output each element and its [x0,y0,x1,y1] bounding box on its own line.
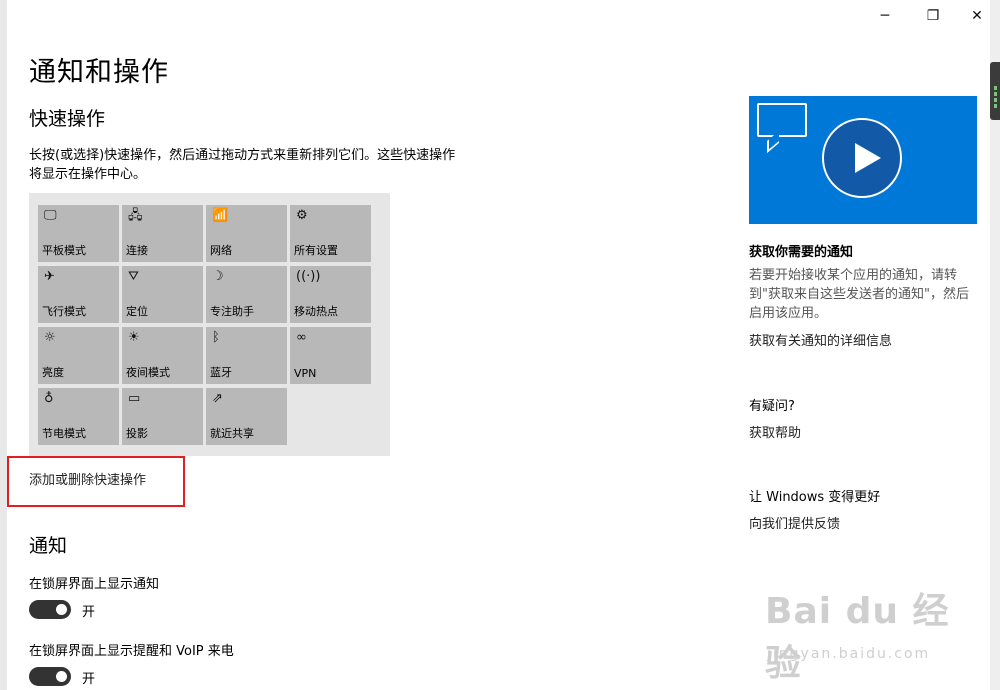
location-icon: ⛛ [128,269,139,284]
quick-action-tile[interactable]: ☼ 亮度 [38,327,119,384]
quick-action-tile[interactable]: ▭ 投影 [122,388,203,445]
project-icon: ▭ [128,391,141,406]
voip-reminders-label: 在锁屏界面上显示提醒和 VoIP 来电 [29,644,234,659]
quick-action-label: 节电模式 [42,427,86,440]
toggle-knob [56,604,67,615]
brightness-icon: ☼ [44,330,56,345]
quick-action-tile[interactable]: ✈ 飞行模式 [38,266,119,323]
feedback-link[interactable]: 向我们提供反馈 [749,513,840,532]
watermark-logo: Bai du 经验 [765,591,950,684]
quick-action-tile[interactable]: 🖧 连接 [122,205,203,262]
quick-action-label: 就近共享 [210,427,254,440]
quick-actions-description: 长按(或选择)快速操作，然后通过拖动方式来重新排列它们。这些快速操作将显示在操作… [29,148,456,182]
lock-screen-notifications-label: 在锁屏界面上显示通知 [29,577,160,592]
page-title: 通知和操作 [29,57,169,88]
quick-action-tile[interactable]: ⇗ 就近共享 [206,388,287,445]
notifications-video-thumbnail[interactable] [749,96,977,224]
get-help-link[interactable]: 获取帮助 [749,422,801,441]
quick-action-label: 所有设置 [294,244,338,257]
quick-action-tile[interactable]: ᛒ 蓝牙 [206,327,287,384]
network-icon: 📶 [212,208,229,223]
quick-action-label: 连接 [126,244,148,257]
quick-actions-grid: 🖵 平板模式 🖧 连接 📶 网络 ⚙ 所有设置 ✈ 飞行模式 ⛛ 定位 ☽ 专注助手 ((·)) 移动热点 ☼ 亮… [29,193,390,456]
hotspot-icon: ((·)) [296,269,321,284]
more-info-link[interactable]: 获取有关通知的详细信息 [749,330,892,349]
quick-action-label: 蓝牙 [210,366,232,379]
tablet-mode-icon: 🖵 [44,208,57,223]
quick-action-label: 定位 [126,305,148,318]
quick-action-tile[interactable]: ☽ 专注助手 [206,266,287,323]
quick-action-tile[interactable]: ⛛ 定位 [122,266,203,323]
watermark-url: jingyan.baidu.com [767,646,931,662]
quick-action-label: 亮度 [42,366,64,379]
baidu-watermark: Bai du 经验 jingyan.baidu.com [765,582,965,684]
minimize-button[interactable]: ─ [862,0,908,32]
lock-screen-notifications-toggle[interactable] [29,600,71,619]
quick-action-label: 飞行模式 [42,305,86,318]
play-icon [855,143,881,173]
voip-reminders-toggle[interactable] [29,667,71,686]
highlight-box [7,456,185,507]
minimize-icon: ─ [880,8,890,24]
quick-action-tile[interactable]: ♁ 节电模式 [38,388,119,445]
moon-icon: ☽ [212,269,224,284]
close-icon: ✕ [971,8,983,24]
left-window-edge [0,0,7,690]
maximize-button[interactable]: ❐ [910,0,956,32]
bluetooth-icon: ᛒ [212,330,220,345]
quick-action-tile[interactable]: ∞ VPN [290,327,371,384]
quick-action-tile[interactable]: 📶 网络 [206,205,287,262]
close-button[interactable]: ✕ [954,0,1000,32]
night-light-icon: ☀ [128,330,140,345]
airplane-icon: ✈ [44,269,55,284]
quick-action-tile[interactable]: 🖵 平板模式 [38,205,119,262]
toggle-knob [56,671,67,682]
connect-icon: 🖧 [128,208,143,223]
chat-bubble-icon [757,103,807,137]
quick-action-label: 投影 [126,427,148,440]
notifications-heading: 通知 [29,535,68,557]
quick-actions-heading: 快速操作 [29,108,106,130]
voip-toggle-state: 开 [82,672,96,687]
quick-action-label: 夜间模式 [126,366,170,379]
quick-action-tile[interactable]: ☀ 夜间模式 [122,327,203,384]
improve-windows-title: 让 Windows 变得更好 [749,490,881,505]
quick-action-label: 专注助手 [210,305,254,318]
quick-action-tile[interactable]: ((·)) 移动热点 [290,266,371,323]
scroll-indicator[interactable] [990,62,1000,120]
vpn-icon: ∞ [296,330,307,345]
quick-action-label: 移动热点 [294,305,338,318]
quick-action-label: 平板模式 [42,244,86,257]
quick-action-tile[interactable]: ⚙ 所有设置 [290,205,371,262]
questions-title: 有疑问? [749,399,795,414]
maximize-icon: ❐ [926,8,940,24]
gear-icon: ⚙ [296,208,308,223]
quick-action-label: 网络 [210,244,232,257]
nearby-share-icon: ⇗ [212,391,223,406]
lock-screen-toggle-state: 开 [82,605,96,620]
play-button[interactable] [822,118,902,198]
get-notifications-text: 若要开始接收某个应用的通知，请转到"获取来自这些发送者的通知"，然后启用该应用。 [749,268,969,321]
get-notifications-title: 获取你需要的通知 [749,245,854,260]
battery-saver-icon: ♁ [44,391,54,406]
quick-action-label: VPN [294,367,317,380]
